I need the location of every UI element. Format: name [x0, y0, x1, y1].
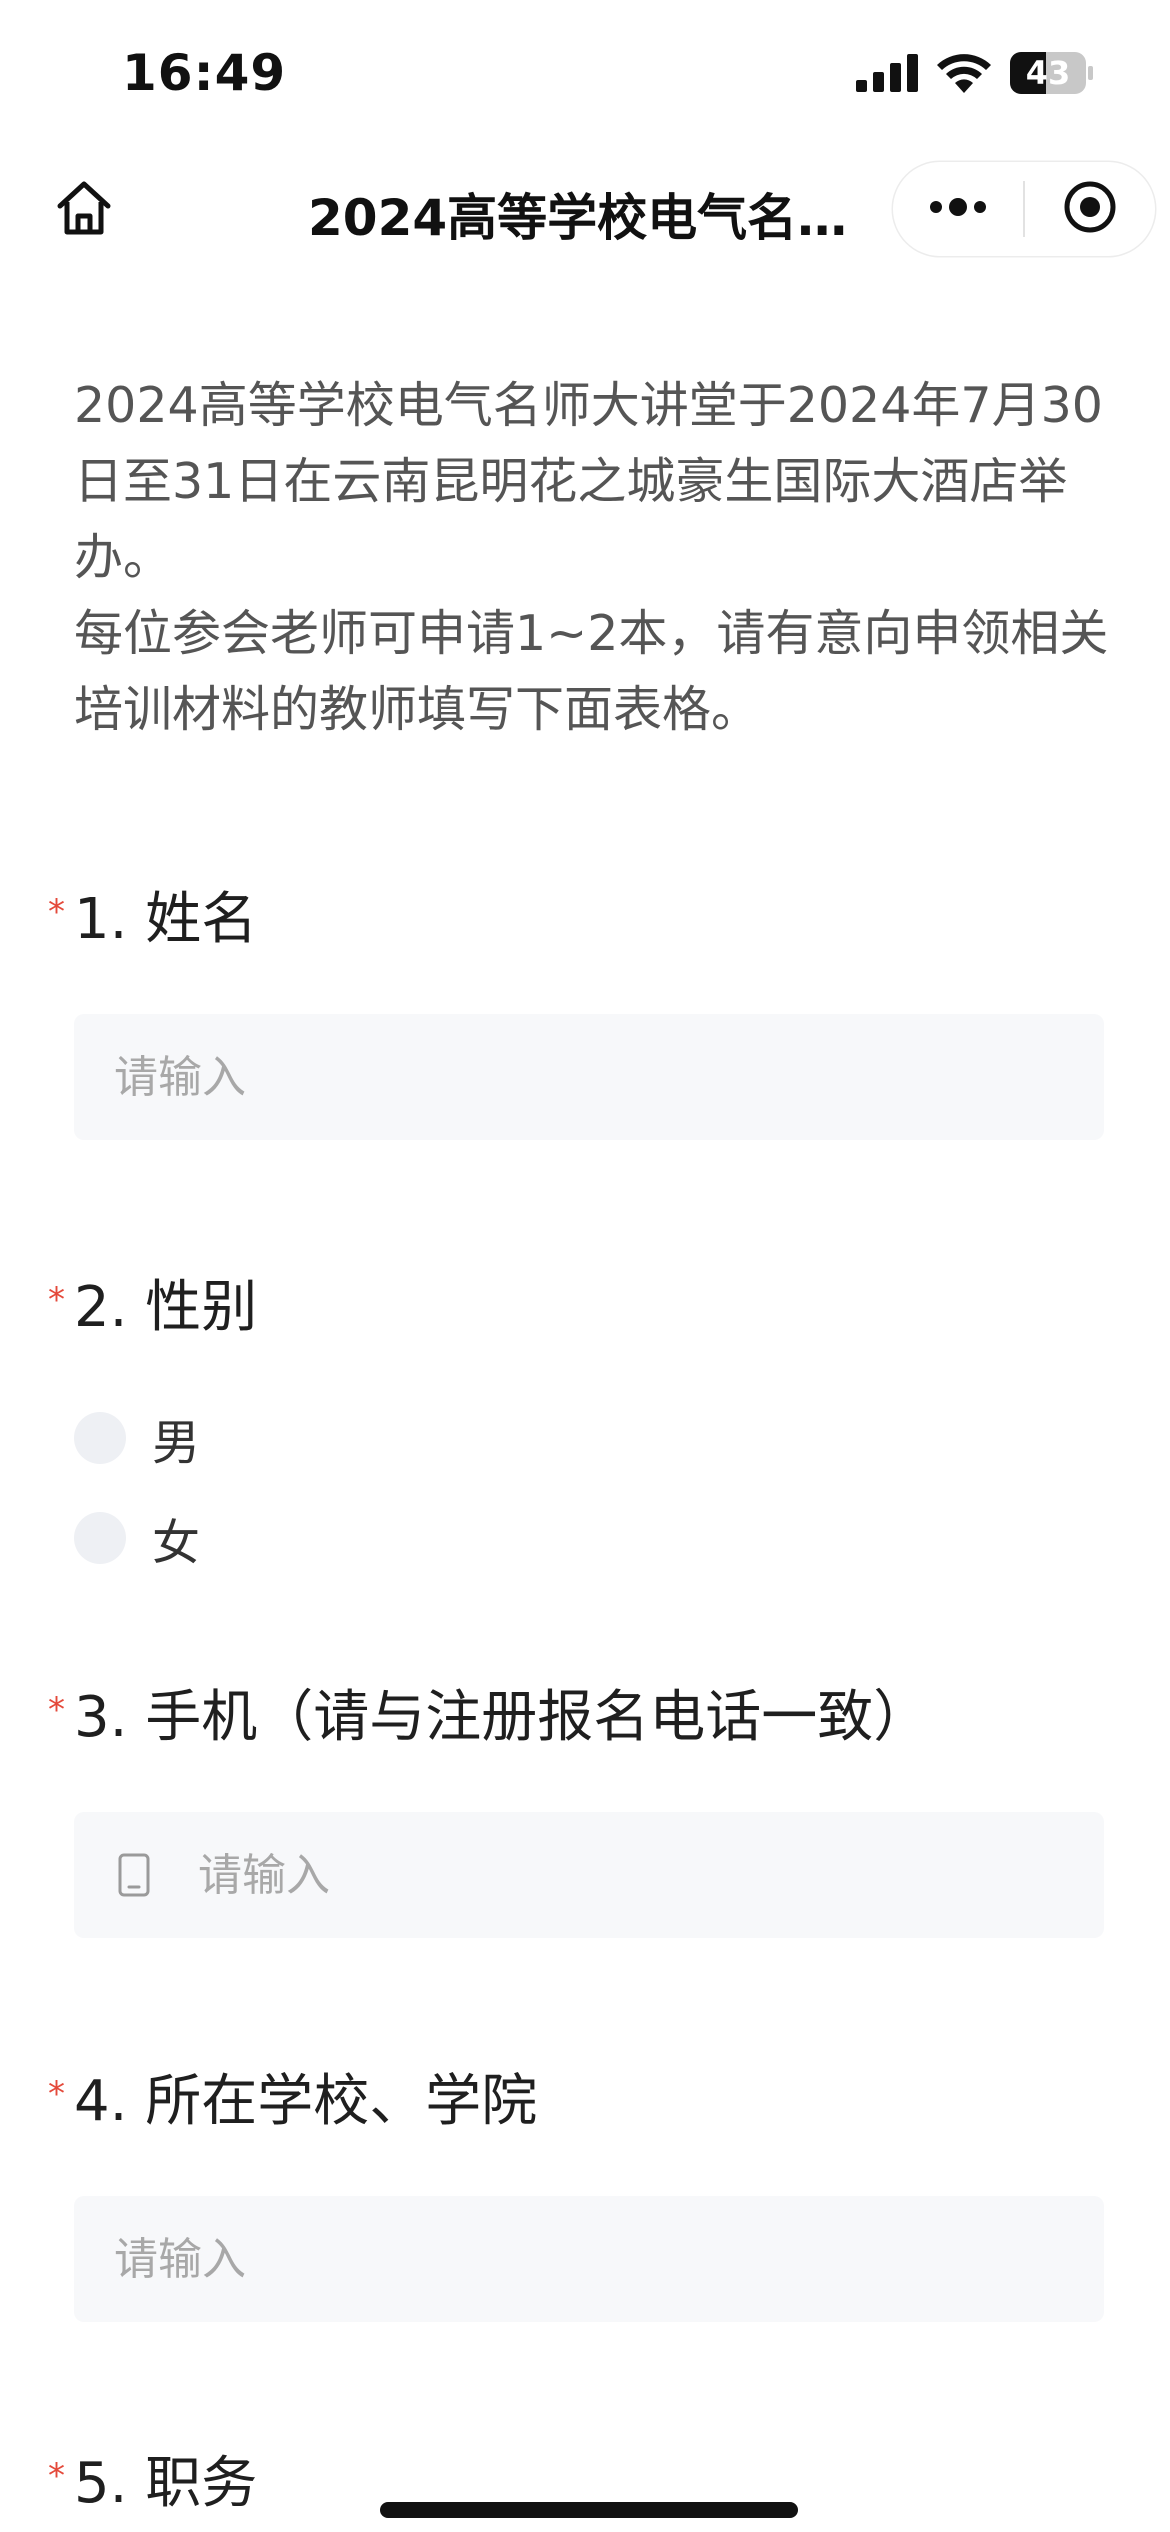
question-title: 2. 性别	[74, 1275, 258, 1340]
more-button[interactable]	[893, 162, 1023, 256]
school-input[interactable]	[112, 2232, 1016, 2286]
battery-icon: 43	[1010, 52, 1094, 94]
question-school: * 4. 所在学校、学院	[48, 2062, 1104, 2322]
required-marker: *	[48, 1280, 65, 1320]
question-phone: * 3. 手机（请与注册报名电话一致）	[48, 1678, 1104, 1938]
navigation-bar: 2024高等学校电气名师大讲堂	[0, 150, 1170, 268]
more-dots-icon	[928, 197, 988, 221]
cellular-signal-icon	[856, 54, 918, 92]
radio-option-male[interactable]: 男	[74, 1388, 1104, 1488]
required-marker: *	[48, 892, 65, 932]
status-icons: 43	[856, 52, 1094, 94]
question-title: 4. 所在学校、学院	[74, 2069, 538, 2134]
gender-radio-group: 男 女	[74, 1388, 1104, 1588]
question-title: 3. 手机（请与注册报名电话一致）	[74, 1685, 930, 1750]
name-input[interactable]	[112, 1050, 1016, 1104]
battery-level: 43	[1025, 54, 1071, 92]
mobile-phone-icon	[112, 1845, 156, 1905]
description-paragraph-1: 2024高等学校电气名师大讲堂于2024年7月30日至31日在云南昆明花之城豪生…	[74, 377, 1103, 586]
required-marker: *	[48, 2456, 65, 2496]
radio-option-female[interactable]: 女	[74, 1488, 1104, 1588]
page-title: 2024高等学校电气名师大讲堂	[308, 189, 868, 247]
target-close-icon	[1062, 179, 1118, 239]
home-indicator[interactable]	[380, 2502, 798, 2518]
radio-label: 男	[152, 1415, 201, 1471]
form-description: 2024高等学校电气名师大讲堂于2024年7月30日至31日在云南昆明花之城豪生…	[74, 368, 1114, 748]
radio-circle[interactable]	[74, 1412, 126, 1464]
required-marker: *	[48, 1690, 65, 1730]
home-icon	[52, 176, 116, 244]
required-marker: *	[48, 2074, 65, 2114]
status-time: 16:49	[122, 44, 287, 102]
mini-program-capsule	[893, 162, 1155, 256]
school-input-box	[74, 2196, 1104, 2322]
question-title: 5. 职务	[74, 2451, 258, 2516]
question-title: 1. 姓名	[74, 887, 258, 952]
question-name: * 1. 姓名	[48, 880, 1104, 1140]
status-bar: 16:49 43	[0, 0, 1170, 150]
radio-circle[interactable]	[74, 1512, 126, 1564]
name-input-box	[74, 1014, 1104, 1140]
home-button[interactable]	[48, 174, 120, 246]
radio-label: 女	[152, 1515, 201, 1571]
phone-input-box	[74, 1812, 1104, 1938]
wifi-icon	[936, 53, 992, 93]
phone-input[interactable]	[196, 1848, 1100, 1902]
question-gender: * 2. 性别 男 女	[48, 1268, 1104, 1588]
close-mini-program-button[interactable]	[1025, 162, 1155, 256]
description-paragraph-2: 每位参会老师可申请1~2本，请有意向申领相关培训材料的教师填写下面表格。	[74, 605, 1109, 738]
